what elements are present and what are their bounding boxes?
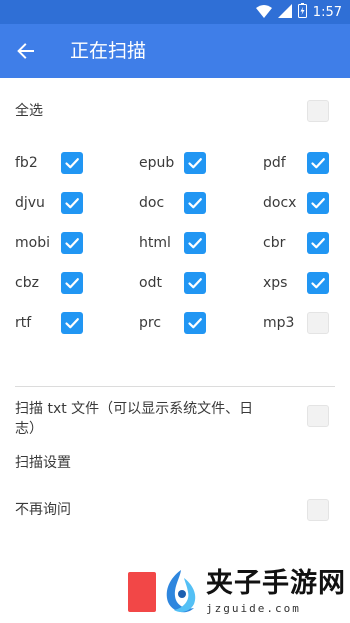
- arrow-back-icon: [17, 43, 34, 59]
- checkmark-icon: [65, 318, 79, 329]
- divider: [15, 386, 335, 387]
- format-checkbox-djvu[interactable]: [61, 192, 83, 214]
- format-checkbox-html[interactable]: [184, 232, 206, 254]
- checkmark-icon: [188, 278, 202, 289]
- format-label-mobi: mobi: [15, 235, 50, 251]
- format-checkbox-fb2[interactable]: [61, 152, 83, 174]
- watermark-logo-icon: [166, 570, 196, 613]
- format-checkbox-epub[interactable]: [184, 152, 206, 174]
- checkmark-icon: [188, 238, 202, 249]
- format-label-pdf: pdf: [263, 155, 286, 171]
- wifi-icon: [255, 3, 272, 22]
- format-checkbox-mobi[interactable]: [61, 232, 83, 254]
- scan-txt-label-line1: 扫描 txt 文件（可以显示系统文件、日: [15, 401, 254, 417]
- format-checkbox-rtf[interactable]: [61, 312, 83, 334]
- status-bar: 1:57: [0, 0, 350, 24]
- checkmark-icon: [311, 158, 325, 169]
- format-label-mp3: mp3: [263, 315, 295, 331]
- format-label-fb2: fb2: [15, 155, 38, 171]
- watermark: 夹子手游网 jzguide.com: [156, 562, 350, 623]
- select-all-label: 全选: [15, 103, 43, 119]
- checkmark-icon: [65, 278, 79, 289]
- format-checkbox-cbz[interactable]: [61, 272, 83, 294]
- format-checkbox-pdf[interactable]: [307, 152, 329, 174]
- format-checkbox-xps[interactable]: [307, 272, 329, 294]
- format-label-cbr: cbr: [263, 235, 286, 251]
- status-time: 1:57: [312, 4, 342, 20]
- page-title: 正在扫描: [70, 40, 147, 62]
- format-label-docx: docx: [263, 195, 297, 211]
- format-checkbox-odt[interactable]: [184, 272, 206, 294]
- scan-txt-label-line2: 志）: [15, 421, 43, 437]
- checkmark-icon: [311, 278, 325, 289]
- format-label-djvu: djvu: [15, 195, 45, 211]
- checkmark-icon: [188, 158, 202, 169]
- format-label-doc: doc: [139, 195, 165, 211]
- format-label-epub: epub: [139, 155, 175, 171]
- no-ask-checkbox[interactable]: [307, 499, 329, 521]
- format-checkbox-cbr[interactable]: [307, 232, 329, 254]
- signal-icon: [277, 3, 292, 22]
- checkmark-icon: [65, 198, 79, 209]
- watermark-name: 夹子手游网: [206, 568, 346, 599]
- battery-icon: [297, 2, 307, 22]
- format-label-xps: xps: [263, 275, 288, 291]
- back-button[interactable]: [8, 33, 44, 69]
- watermark-url: jzguide.com: [206, 602, 301, 615]
- scan-settings-label[interactable]: 扫描设置: [15, 453, 71, 473]
- checkmark-icon: [311, 198, 325, 209]
- format-checkbox-docx[interactable]: [307, 192, 329, 214]
- select-all-checkbox[interactable]: [307, 100, 329, 122]
- format-label-odt: odt: [139, 275, 162, 291]
- format-checkbox-prc[interactable]: [184, 312, 206, 334]
- format-label-prc: prc: [139, 315, 162, 331]
- no-ask-label: 不再询问: [15, 502, 71, 518]
- scan-txt-label: 扫描 txt 文件（可以显示系统文件、日 志）: [15, 399, 305, 439]
- checkmark-icon: [65, 238, 79, 249]
- format-label-html: html: [139, 235, 171, 251]
- checkmark-icon: [188, 198, 202, 209]
- checkmark-icon: [188, 318, 202, 329]
- format-checkbox-doc[interactable]: [184, 192, 206, 214]
- format-label-cbz: cbz: [15, 275, 39, 291]
- scan-txt-checkbox[interactable]: [307, 405, 329, 427]
- checkmark-icon: [311, 238, 325, 249]
- format-checkbox-mp3[interactable]: [307, 312, 329, 334]
- format-label-rtf: rtf: [15, 315, 32, 331]
- checkmark-icon: [65, 158, 79, 169]
- status-icons: 1:57: [255, 2, 342, 22]
- app-bar: 正在扫描: [0, 24, 350, 78]
- start-scan-button[interactable]: [128, 572, 156, 612]
